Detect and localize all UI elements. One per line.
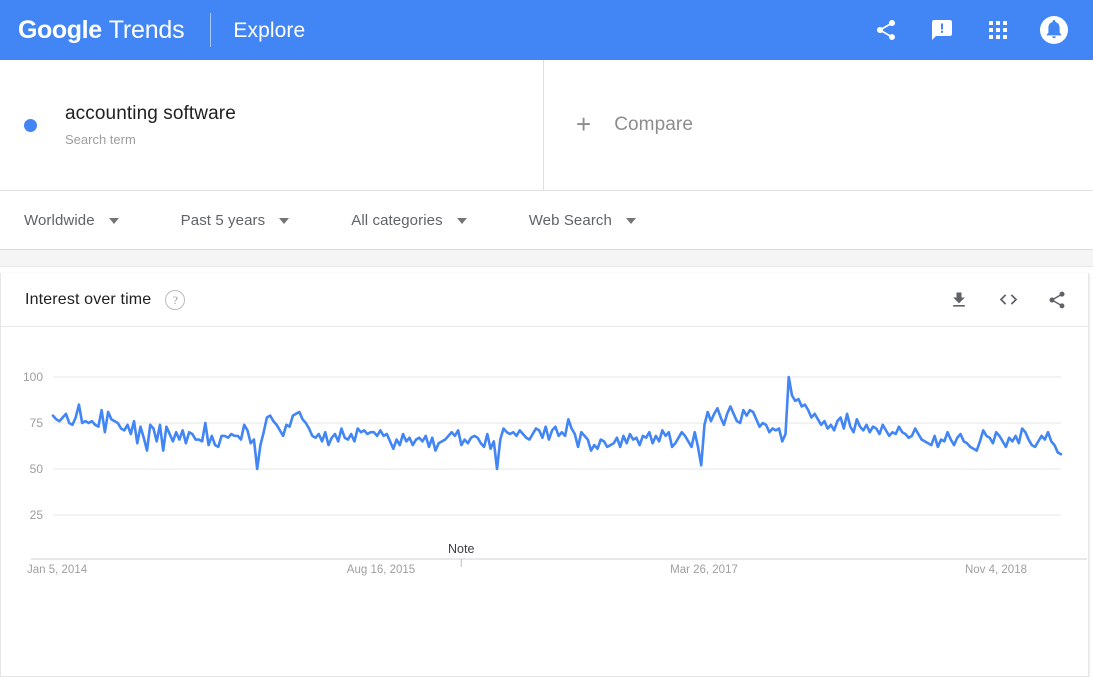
apps-grid-icon[interactable] — [983, 15, 1013, 45]
compare-label: Compare — [614, 114, 694, 135]
app-bar: Google Trends Explore — [0, 0, 1093, 60]
svg-text:Mar 26, 2017: Mar 26, 2017 — [670, 564, 738, 576]
google-trends-logo[interactable]: Google Trends — [18, 15, 185, 44]
svg-text:75: 75 — [30, 416, 44, 430]
svg-text:Nov 4, 2018: Nov 4, 2018 — [965, 564, 1027, 576]
help-icon[interactable]: ? — [165, 289, 186, 310]
filter-search-type-label: Web Search — [528, 211, 612, 229]
feedback-icon[interactable] — [927, 15, 957, 45]
interest-over-time-plot[interactable]: 100 75 50 25 Jan 5, 2014 Aug 16, 2015 Mar 26, … — [1, 327, 1088, 677]
search-term-text: accounting software Search term — [65, 102, 236, 148]
filter-time-range-label: Past 5 years — [180, 211, 266, 229]
search-term-title: accounting software — [65, 103, 236, 124]
logo-google-text: Google — [18, 15, 102, 44]
search-term-subtitle: Search term — [65, 132, 136, 147]
filter-time-range[interactable]: Past 5 years — [181, 212, 290, 229]
add-comparison-button[interactable]: + Compare — [544, 60, 1093, 190]
chart-toolbar — [946, 287, 1070, 313]
share-icon[interactable] — [871, 15, 901, 45]
page-title: Interest over time — [25, 290, 152, 308]
svg-text:Aug 16, 2015: Aug 16, 2015 — [347, 564, 415, 576]
svg-text:Jan 5, 2014: Jan 5, 2014 — [27, 564, 88, 576]
logo-trends-text: Trends — [108, 15, 185, 44]
chevron-down-icon — [108, 218, 119, 224]
series-color-dot — [24, 118, 37, 132]
section-separator — [0, 250, 1093, 267]
appbar-divider — [210, 13, 212, 47]
chart-card-wrapper: Interest over time ? 100 75 50 25 Jan 5,… — [0, 267, 1093, 677]
chevron-down-icon — [279, 218, 290, 224]
filter-category[interactable]: All categories — [351, 211, 467, 229]
filter-location-label: Worldwide — [24, 211, 95, 229]
filter-location[interactable]: Worldwide — [24, 212, 119, 229]
appbar-actions — [871, 15, 1079, 45]
filter-bar: Worldwide Past 5 years All categories We… — [0, 191, 1093, 250]
embed-code-icon[interactable] — [995, 287, 1021, 313]
chart-card-header: Interest over time ? — [1, 273, 1088, 327]
chevron-down-icon — [456, 218, 467, 224]
svg-text:25: 25 — [30, 508, 44, 522]
filter-category-label: All categories — [351, 211, 443, 229]
interest-over-time-card: Interest over time ? 100 75 50 25 Jan 5,… — [0, 273, 1089, 677]
chart-svg: 100 75 50 25 Jan 5, 2014 Aug 16, 2015 Mar 26, … — [23, 370, 1087, 576]
explore-title: Explore — [233, 18, 306, 42]
download-icon[interactable] — [946, 287, 972, 313]
svg-text:100: 100 — [23, 370, 43, 384]
search-term-card[interactable]: accounting software Search term — [0, 60, 544, 190]
svg-text:Note: Note — [448, 542, 474, 556]
svg-text:50: 50 — [30, 462, 44, 476]
notifications-bell-icon[interactable] — [1039, 15, 1069, 45]
plus-icon: + — [576, 109, 592, 139]
filter-search-type[interactable]: Web Search — [529, 212, 636, 229]
search-terms-row: accounting software Search term + Compar… — [0, 60, 1093, 191]
chevron-down-icon — [625, 218, 636, 224]
share-icon[interactable] — [1044, 287, 1070, 313]
